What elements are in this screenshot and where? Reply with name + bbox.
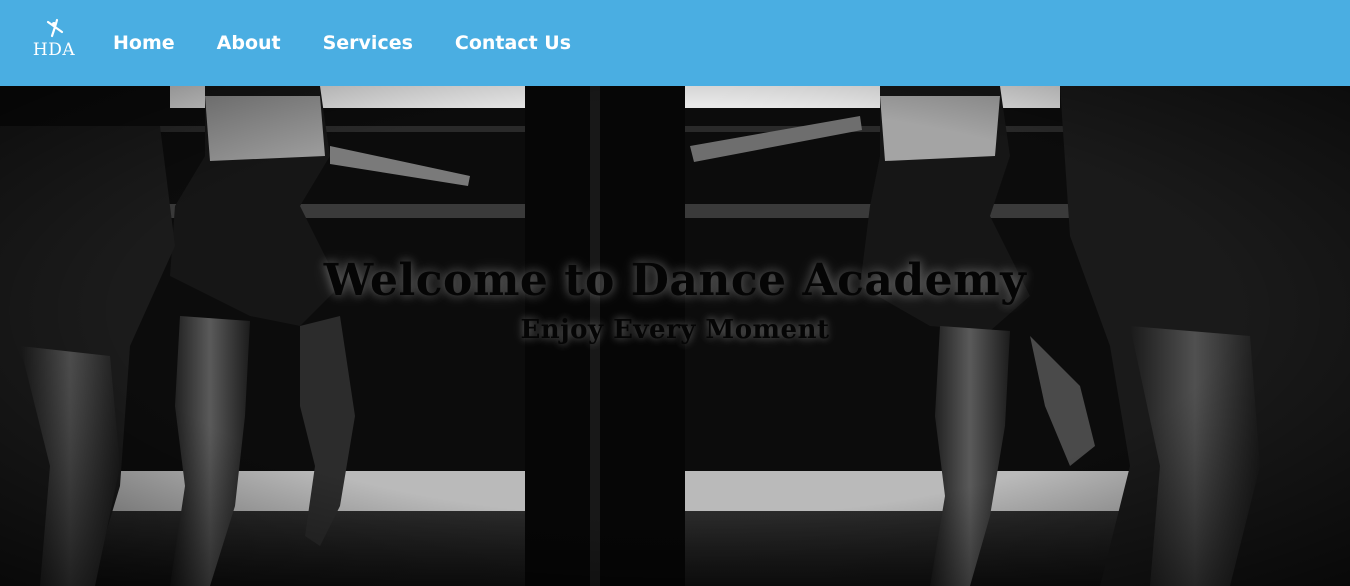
nav-home[interactable]: Home bbox=[113, 30, 175, 56]
nav-services[interactable]: Services bbox=[323, 30, 413, 56]
brand-logo[interactable]: HDA bbox=[28, 18, 80, 68]
nav-about[interactable]: About bbox=[217, 30, 281, 56]
navbar: HDA Home About Services Contact Us bbox=[0, 0, 1350, 86]
nav-contact-us[interactable]: Contact Us bbox=[455, 30, 571, 56]
hero-section: Welcome to Dance Academy Enjoy Every Mom… bbox=[0, 86, 1350, 586]
hero-title: Welcome to Dance Academy bbox=[323, 255, 1027, 307]
main-nav: Home About Services Contact Us bbox=[113, 30, 613, 56]
dancer-icon bbox=[46, 18, 64, 38]
hero-subtitle: Enjoy Every Moment bbox=[520, 315, 830, 345]
logo-text: HDA bbox=[32, 40, 76, 60]
